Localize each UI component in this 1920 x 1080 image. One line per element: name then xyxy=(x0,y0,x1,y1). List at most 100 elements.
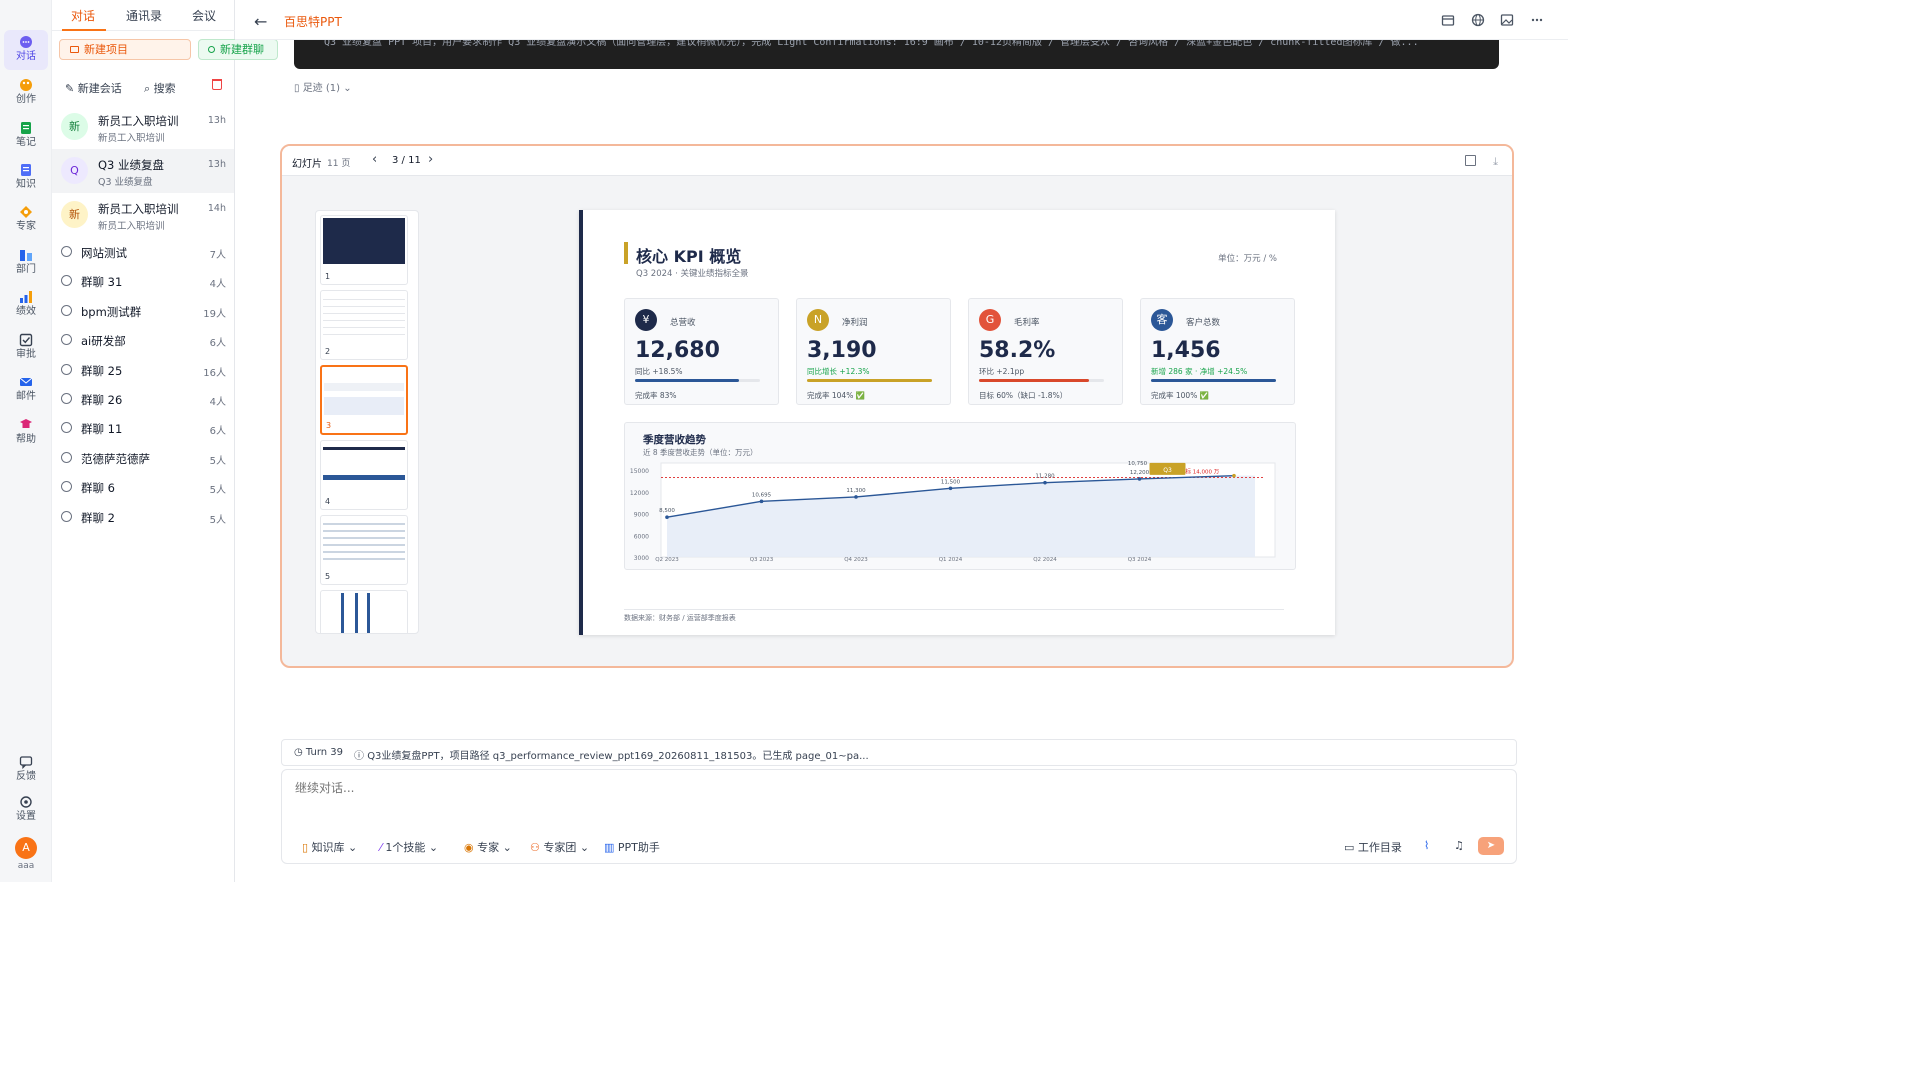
rail-label: 审批 xyxy=(16,349,36,360)
archive-icon[interactable] xyxy=(1441,13,1455,27)
skills-button[interactable]: ⁄ 1个技能 ⌄ xyxy=(380,839,438,855)
rail-item-help[interactable]: 帮助 xyxy=(4,413,48,453)
turn-label: ◷ Turn 39 xyxy=(294,747,343,758)
slide-thumb[interactable]: 1 xyxy=(320,215,408,285)
slide-thumb[interactable]: 5 xyxy=(320,515,408,585)
download-icon[interactable]: ⤓ xyxy=(1493,155,1498,169)
slide-subtitle: Q3 2024 · 关键业绩指标全景 xyxy=(636,269,749,279)
group-name: 网站测试 xyxy=(81,246,127,260)
group-item[interactable]: 群聊 2 5人 xyxy=(52,503,234,532)
group-item[interactable]: bpm测试群 19人 xyxy=(52,297,234,326)
footprint-toggle[interactable]: ▯ 足迹 (1) ⌄ xyxy=(294,79,352,94)
x-tick-label: Q2 2024 xyxy=(1033,557,1057,563)
group-item[interactable]: 群聊 25 16人 xyxy=(52,356,234,385)
group-name: 群聊 2 xyxy=(81,511,115,525)
chat-icon xyxy=(20,36,32,48)
footprint-label: 足迹 (1) xyxy=(302,83,341,94)
kpi-card: ¥ 总营收 12,680 同比 +18.5% 完成率 83% xyxy=(624,298,779,405)
data-point xyxy=(1137,477,1142,481)
chat-input-box: ▯ 知识库 ⌄ ⁄ 1个技能 ⌄ ◉ 专家 ⌄ ⚇ 专家团 ⌄ ▥ PPT助手 … xyxy=(281,769,1517,864)
expert-button[interactable]: ◉ 专家 ⌄ xyxy=(464,839,512,855)
group-item[interactable]: 网站测试 7人 xyxy=(52,238,234,267)
search-button[interactable]: ⌕ 搜索 xyxy=(144,80,176,96)
viewer-label: 幻灯片 xyxy=(292,159,322,170)
more-icon[interactable] xyxy=(1530,13,1544,27)
rail-item-create[interactable]: 创作 xyxy=(4,73,48,113)
expert-team-button[interactable]: ⚇ 专家团 ⌄ xyxy=(530,839,589,855)
trash-icon[interactable] xyxy=(212,79,222,90)
image-icon[interactable] xyxy=(1500,13,1514,27)
fullscreen-icon[interactable] xyxy=(1465,155,1476,166)
tab-meetings[interactable]: 会议 xyxy=(192,7,216,24)
group-item[interactable]: 群聊 26 4人 xyxy=(52,385,234,414)
kpi-progress-fill xyxy=(807,379,932,382)
new-project-button[interactable]: 新建项目 xyxy=(59,39,191,60)
rail-item-mail[interactable]: 邮件 xyxy=(4,370,48,410)
y-tick-label: 6000 xyxy=(634,533,649,540)
prev-page-icon[interactable]: ‹ xyxy=(372,152,377,167)
rail-item-chat[interactable]: 对话 xyxy=(4,30,48,70)
kpi-value: 3,190 xyxy=(807,338,877,363)
gear-icon xyxy=(20,796,32,808)
slide-thumb[interactable]: 2 xyxy=(320,290,408,360)
folder-icon: ▭ xyxy=(1344,841,1358,854)
chat-input[interactable] xyxy=(295,781,1195,795)
kpi-value: 58.2% xyxy=(979,338,1056,363)
rail-item-approval[interactable]: 审批 xyxy=(4,328,48,368)
rail-item-settings[interactable]: 设置 xyxy=(4,790,48,830)
workdir-button[interactable]: ▭ 工作目录 xyxy=(1344,839,1402,855)
avatar[interactable]: A xyxy=(15,837,37,859)
next-page-icon[interactable]: › xyxy=(428,152,433,167)
back-arrow-icon[interactable]: ← xyxy=(254,12,267,31)
group-count: 4人 xyxy=(209,397,226,408)
group-item[interactable]: 范德萨范德萨 5人 xyxy=(52,444,234,473)
group-item[interactable]: 群聊 6 5人 xyxy=(52,473,234,502)
rail-item-notes[interactable]: 笔记 xyxy=(4,116,48,156)
rail-item-knowledge[interactable]: 知识 xyxy=(4,158,48,198)
tab-chat[interactable]: 对话 xyxy=(71,7,95,24)
conversation-title: 新员工入职培训 xyxy=(98,114,179,128)
rail-item-feedback[interactable]: 反馈 xyxy=(4,750,48,790)
tab-contacts[interactable]: 通讯录 xyxy=(126,7,162,24)
group-name: bpm测试群 xyxy=(81,305,142,319)
slide-thumb[interactable]: 4 xyxy=(320,440,408,510)
data-point xyxy=(948,486,953,491)
slide-thumb[interactable] xyxy=(320,590,408,633)
thumb-number: 1 xyxy=(325,272,331,281)
rail-item-department[interactable]: 部门 xyxy=(4,243,48,283)
kpi-progress-fill xyxy=(979,379,1089,382)
kpi-progress-track xyxy=(635,379,760,382)
thumb-image xyxy=(324,369,404,415)
kpi-progress-fill xyxy=(635,379,739,382)
conversation-item[interactable]: 新 新员工入职培训 新员工入职培训 14h xyxy=(52,193,234,237)
conversation-item-selected[interactable]: Q Q3 业绩复盘 Q3 业绩复盘 13h xyxy=(52,149,234,193)
rail-label: 知识 xyxy=(16,179,36,190)
kpi-badge: 客 xyxy=(1151,309,1173,331)
group-count: 7人 xyxy=(209,250,226,261)
microphone-icon[interactable]: ♫ xyxy=(1454,839,1464,852)
new-chat-button[interactable]: ✎ 新建会话 xyxy=(65,80,122,96)
y-tick-label: 15000 xyxy=(630,468,649,475)
rail-item-experts[interactable]: 专家 xyxy=(4,200,48,240)
new-chat-label: 新建会话 xyxy=(77,82,122,95)
kpi-progress-fill xyxy=(1151,379,1276,382)
attach-icon[interactable]: ⌇ xyxy=(1424,839,1429,852)
ppt-assistant-button[interactable]: ▥ PPT助手 xyxy=(604,839,660,855)
kpi-footer: 完成率 83% xyxy=(635,391,677,400)
group-item[interactable]: 群聊 31 4人 xyxy=(52,267,234,296)
rail-label: 部门 xyxy=(16,264,36,275)
title-accent xyxy=(624,242,628,264)
rail-item-performance[interactable]: 绩效 xyxy=(4,285,48,325)
group-item[interactable]: ai研发部 6人 xyxy=(52,326,234,355)
group-item[interactable]: 群聊 11 6人 xyxy=(52,414,234,443)
expert-icon xyxy=(20,206,32,218)
knowledge-base-button[interactable]: ▯ 知识库 ⌄ xyxy=(302,839,357,855)
data-label: 11,280 xyxy=(1035,474,1055,480)
bar-chart-icon: ▥ xyxy=(604,841,618,854)
send-button[interactable]: ➤ xyxy=(1478,837,1504,855)
data-label: 11,500 xyxy=(941,479,961,485)
globe-icon[interactable] xyxy=(1471,13,1485,27)
slide-thumb-selected[interactable]: 3 xyxy=(320,365,408,435)
group-name: 范德萨范德萨 xyxy=(81,452,150,466)
conversation-item[interactable]: 新 新员工入职培训 新员工入职培训 13h xyxy=(52,105,234,149)
